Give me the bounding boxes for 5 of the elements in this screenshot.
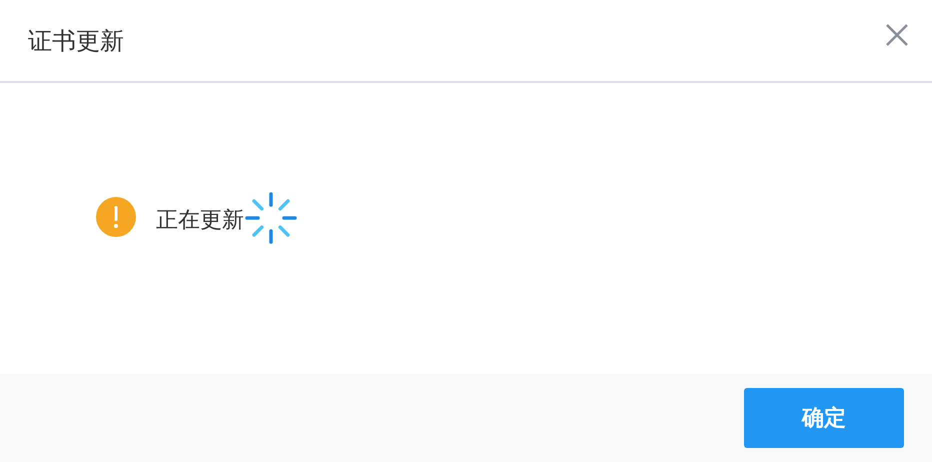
dialog-title: 证书更新 (28, 26, 124, 56)
warning-icon (96, 197, 136, 237)
confirm-button[interactable]: 确定 (744, 388, 904, 448)
status-message: 正在更新 (156, 207, 244, 235)
close-button[interactable] (884, 22, 910, 48)
